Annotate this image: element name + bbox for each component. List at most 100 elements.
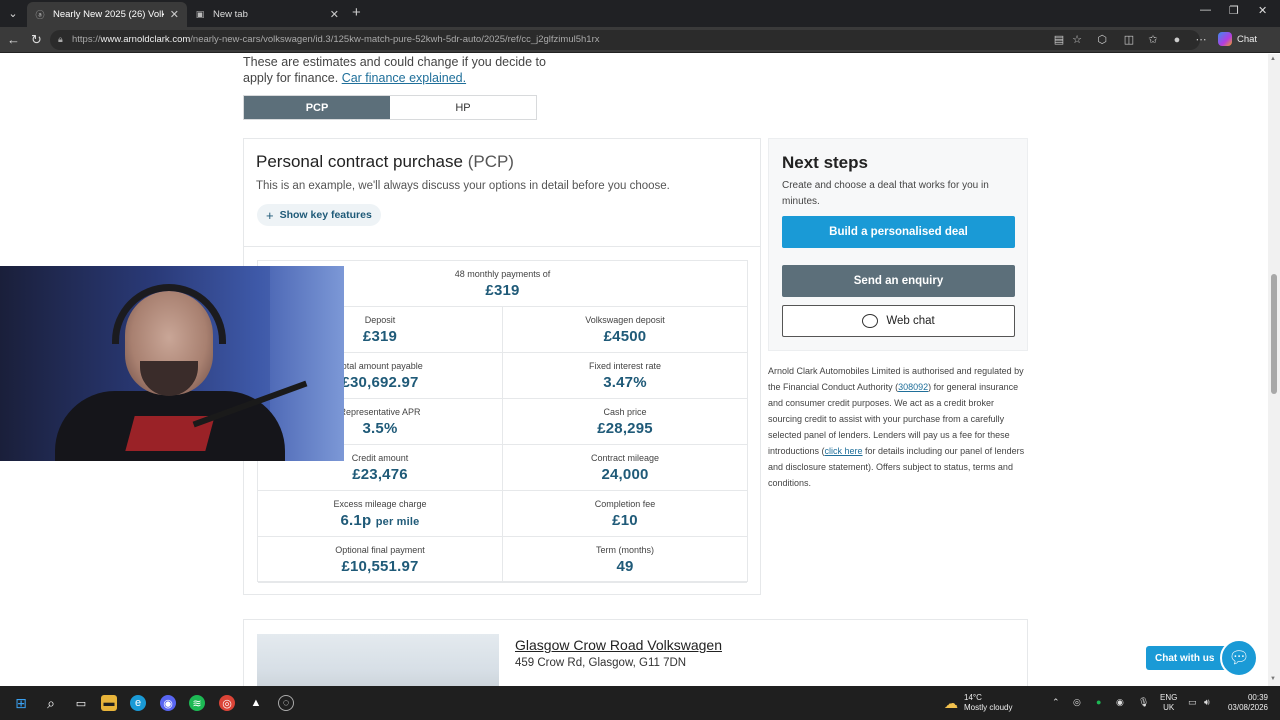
finance-value: £4500 xyxy=(603,328,647,345)
dealer-card: Glasgow Crow Road Volkswagen 459 Crow Rd… xyxy=(243,619,1028,686)
minimize-icon[interactable]: — xyxy=(1200,4,1211,16)
show-key-features-button[interactable]: + Show key features xyxy=(257,204,381,226)
finance-label: Cash price xyxy=(603,407,647,417)
language-indicator[interactable]: ENG UK xyxy=(1160,693,1177,713)
finance-value: 3.47% xyxy=(603,374,647,391)
reader-view-icon[interactable]: ▤ xyxy=(1053,34,1065,46)
tray-steam-icon[interactable]: ◉ xyxy=(1116,697,1124,708)
split-screen-icon[interactable]: ◫ xyxy=(1123,34,1135,46)
tab-title: New tab xyxy=(213,9,248,20)
discord-icon[interactable]: ◉ xyxy=(160,695,176,711)
tab-actions-menu[interactable]: ⌄ xyxy=(4,4,22,22)
profile-avatar-icon[interactable]: ● xyxy=(1171,34,1183,46)
address-toolbar: ← ↻ 🔒︎ https://www.arnoldclark.com/nearl… xyxy=(0,27,1280,53)
pcp-subtitle: This is an example, we'll always discuss… xyxy=(256,180,670,192)
dealer-image xyxy=(257,634,499,686)
finance-cell-right: Term (months) 49 xyxy=(503,537,747,583)
restore-icon[interactable]: ❐ xyxy=(1229,4,1239,17)
show-hidden-icons-icon[interactable]: ⌃ xyxy=(1052,697,1060,708)
finance-value: £10,551.97 xyxy=(341,558,419,575)
extensions-icon[interactable]: ⬡ xyxy=(1096,34,1108,46)
scroll-down-icon[interactable]: ▼ xyxy=(1270,676,1276,682)
network-icon[interactable]: ▭ xyxy=(1188,697,1197,708)
dealer-name-link[interactable]: Glasgow Crow Road Volkswagen xyxy=(515,637,722,653)
refresh-icon[interactable]: ↻ xyxy=(31,32,42,48)
scroll-up-icon[interactable]: ▲ xyxy=(1270,56,1276,62)
chat-bubble-icon xyxy=(862,314,879,328)
task-view-icon[interactable]: ▭ xyxy=(73,695,89,711)
finance-label: Contract mileage xyxy=(590,453,660,463)
new-tab-plus-icon[interactable]: + xyxy=(352,4,361,21)
pcp-header: Personal contract purchase (PCP) This is… xyxy=(244,139,760,247)
tab-arnold-clark[interactable]: ⓐ Nearly New 2025 (26) Volkswagen ✕ xyxy=(27,2,187,27)
search-icon[interactable]: ⌕ xyxy=(43,695,59,711)
tray-spotify-icon[interactable]: ● xyxy=(1096,697,1101,707)
scrollbar-thumb[interactable] xyxy=(1271,274,1277,394)
web-chat-button[interactable]: Web chat xyxy=(782,305,1015,337)
new-tab-favicon-icon: ▣ xyxy=(195,9,205,19)
dealer-address: 459 Crow Rd, Glasgow, G11 7DN xyxy=(515,657,687,669)
build-deal-button[interactable]: Build a personalised deal xyxy=(782,216,1015,248)
address-bar[interactable]: 🔒︎ https://www.arnoldclark.com/nearly-ne… xyxy=(50,30,1200,50)
finance-value: £10 xyxy=(612,512,638,529)
close-window-icon[interactable]: ✕ xyxy=(1258,4,1267,17)
page-scrollbar[interactable]: ▲ ▼ xyxy=(1268,54,1280,686)
windows-start-icon[interactable]: ⊞ xyxy=(13,695,29,711)
more-menu-icon[interactable]: ⋯ xyxy=(1195,34,1207,46)
finance-cell-right: Cash price £28,295 xyxy=(503,399,747,445)
volume-icon[interactable]: 🔊︎ xyxy=(1204,697,1210,708)
favorites-icon[interactable]: ✩ xyxy=(1147,34,1159,46)
weather-widget[interactable]: ☁ 14°C Mostly cloudy xyxy=(944,693,1012,713)
finance-value: 24,000 xyxy=(601,466,649,483)
microphone-icon[interactable]: 🎙︎ xyxy=(1138,697,1149,708)
file-explorer-icon[interactable]: ▬ xyxy=(101,695,117,711)
tray-app-icon[interactable]: ◎ xyxy=(1073,697,1081,708)
finance-cell-right: Volkswagen deposit £4500 xyxy=(503,307,747,353)
app-icon[interactable]: ▲ xyxy=(248,695,264,711)
finance-cell-left: Optional final payment £10,551.97 xyxy=(258,537,503,583)
close-tab-icon[interactable]: ✕ xyxy=(330,8,339,21)
favorite-star-icon[interactable]: ☆ xyxy=(1071,34,1083,46)
plus-icon: + xyxy=(266,207,274,223)
system-clock[interactable]: 00:39 03/08/2026 xyxy=(1222,693,1268,713)
headphones xyxy=(112,284,226,344)
spotify-icon[interactable]: ≋ xyxy=(189,695,205,711)
arnold-clark-favicon-icon: ⓐ xyxy=(35,10,45,20)
pcp-title: Personal contract purchase (PCP) xyxy=(256,152,514,171)
next-steps-title: Next steps xyxy=(782,153,868,172)
toggle-hp[interactable]: HP xyxy=(390,96,536,119)
finance-label: Optional final payment xyxy=(335,545,425,555)
finance-cell-right: Contract mileage 24,000 xyxy=(503,445,747,491)
webcam-overlay xyxy=(0,266,344,461)
finance-label: Excess mileage charge xyxy=(333,499,427,509)
finance-value: £28,295 xyxy=(597,420,653,437)
finance-cell-right: Completion fee £10 xyxy=(503,491,747,537)
legal-disclaimer: Arnold Clark Automobiles Limited is auth… xyxy=(768,366,1025,488)
finance-value: £23,476 xyxy=(352,466,408,483)
finance-label: Volkswagen deposit xyxy=(585,315,665,325)
click-here-link[interactable]: click here xyxy=(825,446,863,456)
back-arrow-icon[interactable]: ← xyxy=(7,32,20,47)
fca-number-link[interactable]: 308092 xyxy=(898,382,928,392)
send-enquiry-button[interactable]: Send an enquiry xyxy=(782,265,1015,297)
chrome-icon[interactable]: ◎ xyxy=(219,695,235,711)
obs-icon[interactable]: ◌ xyxy=(278,695,294,711)
chat-widget-icon[interactable]: 💬︎ xyxy=(1220,639,1258,677)
finance-label: Term (months) xyxy=(595,545,654,555)
lock-icon: 🔒︎ xyxy=(58,34,63,44)
edge-browser-icon[interactable]: e xyxy=(130,695,146,711)
copilot-chat-button[interactable]: Chat xyxy=(1218,32,1257,46)
close-tab-icon[interactable]: ✕ xyxy=(170,8,179,21)
finance-type-toggle: PCP HP xyxy=(243,95,537,120)
tab-title: Nearly New 2025 (26) Volkswagen xyxy=(53,9,164,20)
taskbar: ⊞ ⌕ ▭ ▬ e ◉ ≋ ◎ ▲ ◌ ☁ 14°C Mostly cloudy… xyxy=(0,686,1280,720)
toggle-pcp[interactable]: PCP xyxy=(244,96,390,119)
finance-label: Fixed interest rate xyxy=(588,361,662,371)
finance-cell-left: Excess mileage charge 6.1p per mile xyxy=(258,491,503,537)
finance-value: 6.1p per mile xyxy=(340,512,420,529)
next-steps-desc: Create and choose a deal that works for … xyxy=(782,180,989,207)
car-finance-explained-link[interactable]: Car finance explained. xyxy=(342,71,466,85)
tab-new-tab[interactable]: ▣ New tab ✕ xyxy=(187,2,347,27)
finance-value: 49 xyxy=(616,558,634,575)
tab-bar: ⌄ ⓐ Nearly New 2025 (26) Volkswagen ✕ ▣ … xyxy=(0,0,1280,27)
